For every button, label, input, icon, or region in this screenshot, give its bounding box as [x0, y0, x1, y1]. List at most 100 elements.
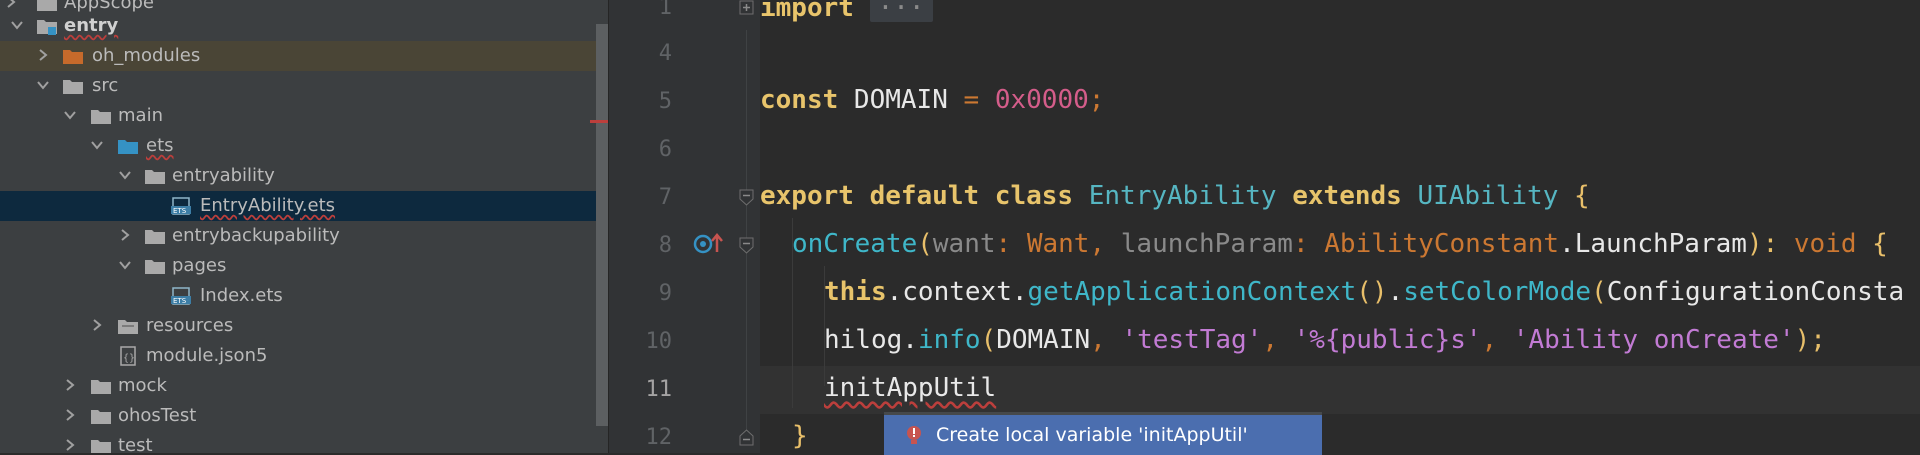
tree-item-test[interactable]: test	[0, 431, 608, 453]
tree-item-label: test	[118, 435, 153, 454]
svg-text:ETS: ETS	[173, 297, 187, 305]
quick-fix-label: Create local variable 'initAppUtil'	[936, 424, 1248, 446]
token-punct: ;	[1088, 85, 1105, 115]
tree-item-label: main	[118, 105, 163, 126]
token-punct: .	[1011, 277, 1028, 307]
tree-item-label: entrybackupability	[172, 225, 340, 246]
tree-item-entryability-ets[interactable]: ETS EntryAbility.ets	[0, 191, 608, 221]
editor-gutter: 1 4 5 6 7 8 9 10 11 12	[608, 0, 786, 453]
project-tree: AppScope entry oh_modules src main ets e…	[0, 0, 608, 453]
tree-item-index-ets[interactable]: ETS Index.ets	[0, 281, 608, 311]
tree-item-main[interactable]: main	[0, 101, 608, 131]
error-bulb-icon	[904, 425, 924, 447]
svg-text:ETS: ETS	[173, 207, 187, 215]
tree-item-label: Index.ets	[200, 285, 283, 306]
chevron-down-icon[interactable]	[118, 168, 132, 182]
excluded-folder-icon	[62, 46, 84, 66]
tree-item-label: ets	[146, 135, 174, 156]
source-folder-icon	[117, 136, 139, 156]
chevron-right-icon[interactable]	[4, 0, 18, 9]
chevron-right-icon[interactable]	[36, 48, 50, 62]
token-keyword: this	[824, 277, 887, 307]
folded-region[interactable]: ···	[869, 0, 933, 22]
module-folder-icon	[36, 16, 58, 36]
tree-scrollbar[interactable]	[596, 24, 608, 426]
code-line-7[interactable]: export default class EntryAbility extend…	[760, 180, 1590, 212]
token-punct: :	[1292, 229, 1325, 259]
fold-expand-icon[interactable]	[739, 0, 755, 18]
token-punct: .	[1559, 229, 1575, 259]
token-identifier: DOMAIN	[996, 325, 1091, 355]
svg-text:{}: {}	[123, 353, 135, 364]
token-number: 0x0000	[994, 85, 1089, 115]
fold-collapse-icon[interactable]	[739, 189, 755, 207]
chevron-down-icon[interactable]	[10, 18, 24, 32]
token-function: info	[917, 325, 981, 355]
code-line-11[interactable]: initAppUtil	[824, 372, 996, 404]
chevron-down-icon[interactable]	[118, 258, 132, 272]
code-line-8[interactable]: onCreate(want: Want, launchParam: Abilit…	[792, 228, 1888, 260]
tree-item-ohostest[interactable]: ohosTest	[0, 401, 608, 431]
token-paren: ):	[1746, 229, 1794, 259]
token-paren: (	[980, 325, 997, 355]
token-paren: (	[917, 229, 933, 259]
chevron-right-icon[interactable]	[90, 318, 104, 332]
token-type: Want	[1026, 229, 1090, 259]
chevron-right-icon[interactable]	[63, 408, 77, 422]
folder-icon	[144, 226, 166, 246]
line-number: 7	[658, 185, 672, 210]
token-keyword: import	[760, 0, 854, 23]
tree-item-module-json5[interactable]: {} module.json5	[0, 341, 608, 371]
token-function: getApplicationContext	[1027, 277, 1357, 307]
chevron-right-icon[interactable]	[63, 438, 77, 452]
token-paren: ()	[1356, 277, 1388, 307]
tree-item-entryability[interactable]: entryability	[0, 161, 608, 191]
token-punct: :	[995, 229, 1027, 259]
line-number-current: 11	[645, 377, 673, 402]
token-punct: .	[902, 325, 918, 355]
token-operator: =	[963, 85, 995, 115]
chevron-down-icon[interactable]	[90, 138, 104, 152]
quick-fix-popup-item[interactable]: Create local variable 'initAppUtil'	[884, 415, 1322, 455]
chevron-down-icon[interactable]	[36, 78, 50, 92]
chevron-down-icon[interactable]	[63, 108, 77, 122]
tree-item-label: resources	[146, 315, 234, 336]
tree-item-ets[interactable]: ets	[0, 131, 608, 161]
code-line-1[interactable]: import ···	[760, 0, 933, 24]
token-unresolved-identifier[interactable]: initAppUtil	[824, 373, 996, 403]
tree-item-mock[interactable]: mock	[0, 371, 608, 401]
code-line-12[interactable]: }	[792, 420, 808, 452]
chevron-right-icon[interactable]	[118, 228, 132, 242]
line-number: 4	[658, 41, 672, 66]
token-paren: (	[1591, 277, 1607, 307]
gutter-fold-line	[746, 30, 747, 440]
fold-end-icon[interactable]	[739, 429, 755, 447]
tree-item-label: module.json5	[146, 345, 268, 366]
token-identifier: hilog	[824, 325, 903, 355]
token-brace: {	[1558, 181, 1590, 211]
line-number: 6	[658, 137, 672, 162]
code-line-9[interactable]: this.context.getApplicationContext().set…	[824, 276, 1904, 308]
tree-item-src[interactable]: src	[0, 71, 608, 101]
code-line-5[interactable]: const DOMAIN = 0x0000;	[760, 84, 1104, 116]
token-type: LaunchParam	[1574, 229, 1747, 259]
tree-item-entry[interactable]: entry	[0, 11, 608, 41]
tree-item-label: src	[92, 75, 119, 96]
folder-icon	[62, 76, 84, 96]
token-string: '%{public}s'	[1293, 325, 1482, 355]
folder-icon	[90, 406, 112, 426]
token-brace: }	[792, 421, 808, 451]
token-keyword: extends	[1276, 181, 1418, 211]
tree-item-pages[interactable]: pages	[0, 251, 608, 281]
tree-item-oh-modules[interactable]: oh_modules	[0, 41, 608, 71]
code-line-10[interactable]: hilog.info(DOMAIN, 'testTag', '%{public}…	[824, 324, 1826, 356]
tree-item-label: EntryAbility.ets	[200, 195, 336, 216]
error-stripe-marker[interactable]	[590, 120, 608, 123]
token-string: 'Ability onCreate'	[1512, 325, 1795, 355]
tree-item-entrybackupability[interactable]: entrybackupability	[0, 221, 608, 251]
override-method-icon[interactable]	[693, 232, 727, 256]
code-editor[interactable]: import ··· const DOMAIN = 0x0000; export…	[760, 0, 1920, 453]
chevron-right-icon[interactable]	[63, 378, 77, 392]
tree-item-resources[interactable]: resources	[0, 311, 608, 341]
fold-collapse-icon[interactable]	[739, 237, 755, 255]
